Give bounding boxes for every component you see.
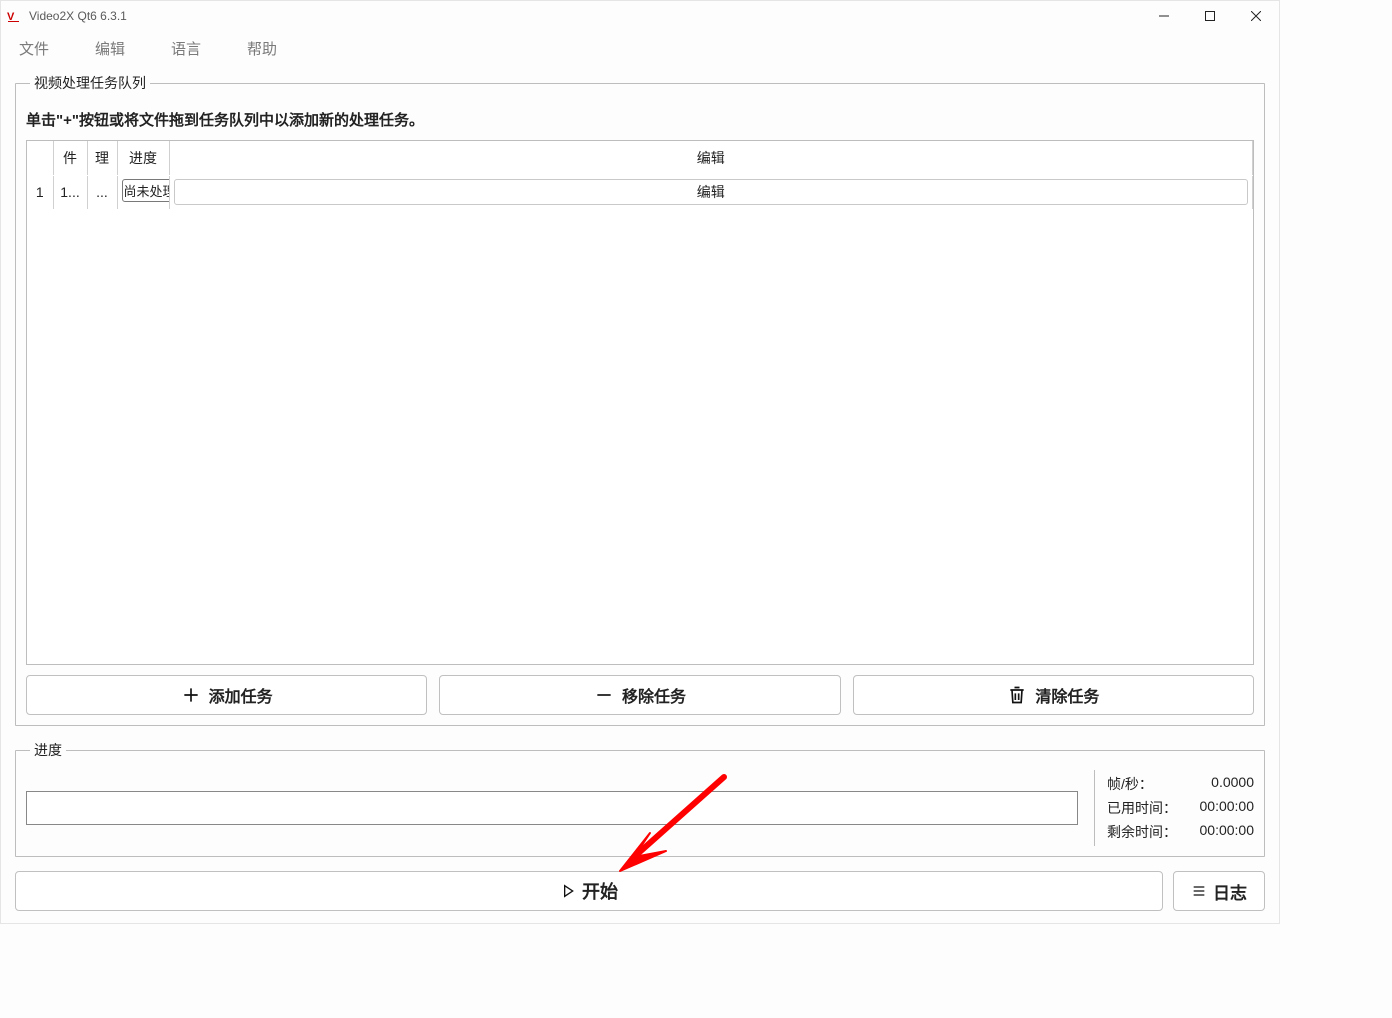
menu-file[interactable]: 文件 [13,34,55,63]
start-label: 开始 [582,878,618,904]
log-button[interactable]: 日志 [1173,871,1265,911]
header-processor[interactable]: 理 [87,141,117,175]
stat-elapsed-value: 00:00:00 [1200,798,1255,818]
play-icon [560,883,576,899]
progress-chip: 尚未处理 [122,179,170,202]
start-button[interactable]: 开始 [15,871,1163,911]
stat-elapsed-label: 已用时间： [1107,798,1177,818]
menu-edit[interactable]: 编辑 [89,34,131,63]
overall-progress-bar [26,791,1078,825]
main-area: 视频处理任务队列 单击"+"按钮或将文件拖到任务队列中以添加新的处理任务。 件 … [1,65,1279,923]
queue-groupbox: 视频处理任务队列 单击"+"按钮或将文件拖到任务队列中以添加新的处理任务。 件 … [15,73,1265,726]
trash-icon [1007,685,1027,705]
log-icon [1191,883,1207,899]
maximize-button[interactable] [1187,1,1233,31]
task-table[interactable]: 件 理 进度 编辑 1 1... ... 尚未处理 [26,140,1254,665]
remove-task-button[interactable]: 移除任务 [439,675,840,715]
minimize-button[interactable] [1141,1,1187,31]
menu-help[interactable]: 帮助 [241,34,283,63]
progress-bar-area [26,770,1078,846]
add-task-button[interactable]: 添加任务 [26,675,427,715]
cell-index: 1 [27,175,53,209]
app-window: V Video2X Qt6 6.3.1 文件 编辑 语言 帮助 视频处理任务队列… [0,0,1280,924]
row-edit-button[interactable]: 编辑 [174,179,1249,205]
stat-fps: 帧/秒： 0.0000 [1107,774,1254,794]
add-task-label: 添加任务 [209,683,273,707]
menu-language[interactable]: 语言 [165,34,207,63]
stat-remaining-value: 00:00:00 [1200,822,1255,842]
progress-groupbox: 进度 帧/秒： 0.0000 已用时间： 00:00:00 剩余时间： 00:0… [15,740,1265,857]
bottom-row: 开始 日志 [15,871,1265,911]
queue-action-row: 添加任务 移除任务 清除任务 [26,675,1254,715]
window-controls [1141,1,1279,31]
header-file[interactable]: 件 [53,141,87,175]
plus-icon [181,685,201,705]
table-empty-space [27,209,1253,664]
menu-bar: 文件 编辑 语言 帮助 [1,31,1279,65]
stat-remaining-label: 剩余时间： [1107,822,1177,842]
header-progress[interactable]: 进度 [117,141,169,175]
remove-task-label: 移除任务 [622,683,686,707]
header-index[interactable] [27,141,53,175]
app-icon: V [7,8,23,24]
clear-task-button[interactable]: 清除任务 [853,675,1254,715]
log-label: 日志 [1213,879,1247,904]
header-edit[interactable]: 编辑 [169,141,1253,175]
queue-legend: 视频处理任务队列 [30,73,150,93]
clear-task-label: 清除任务 [1035,683,1099,707]
stat-elapsed: 已用时间： 00:00:00 [1107,798,1254,818]
progress-legend: 进度 [30,740,66,760]
cell-processor: ... [87,175,117,209]
minus-icon [594,685,614,705]
progress-stats: 帧/秒： 0.0000 已用时间： 00:00:00 剩余时间： 00:00:0… [1094,770,1254,846]
stat-fps-label: 帧/秒： [1107,774,1153,794]
table-header-row: 件 理 进度 编辑 [27,141,1253,175]
cell-edit: 编辑 [169,175,1253,209]
window-title: Video2X Qt6 6.3.1 [29,9,1141,23]
stat-remaining: 剩余时间： 00:00:00 [1107,822,1254,842]
stat-fps-value: 0.0000 [1211,774,1254,794]
table-row[interactable]: 1 1... ... 尚未处理 编辑 [27,175,1253,209]
title-bar: V Video2X Qt6 6.3.1 [1,1,1279,31]
cell-progress: 尚未处理 [117,175,169,209]
cell-file: 1... [53,175,87,209]
close-button[interactable] [1233,1,1279,31]
queue-hint: 单击"+"按钮或将文件拖到任务队列中以添加新的处理任务。 [26,109,1254,130]
